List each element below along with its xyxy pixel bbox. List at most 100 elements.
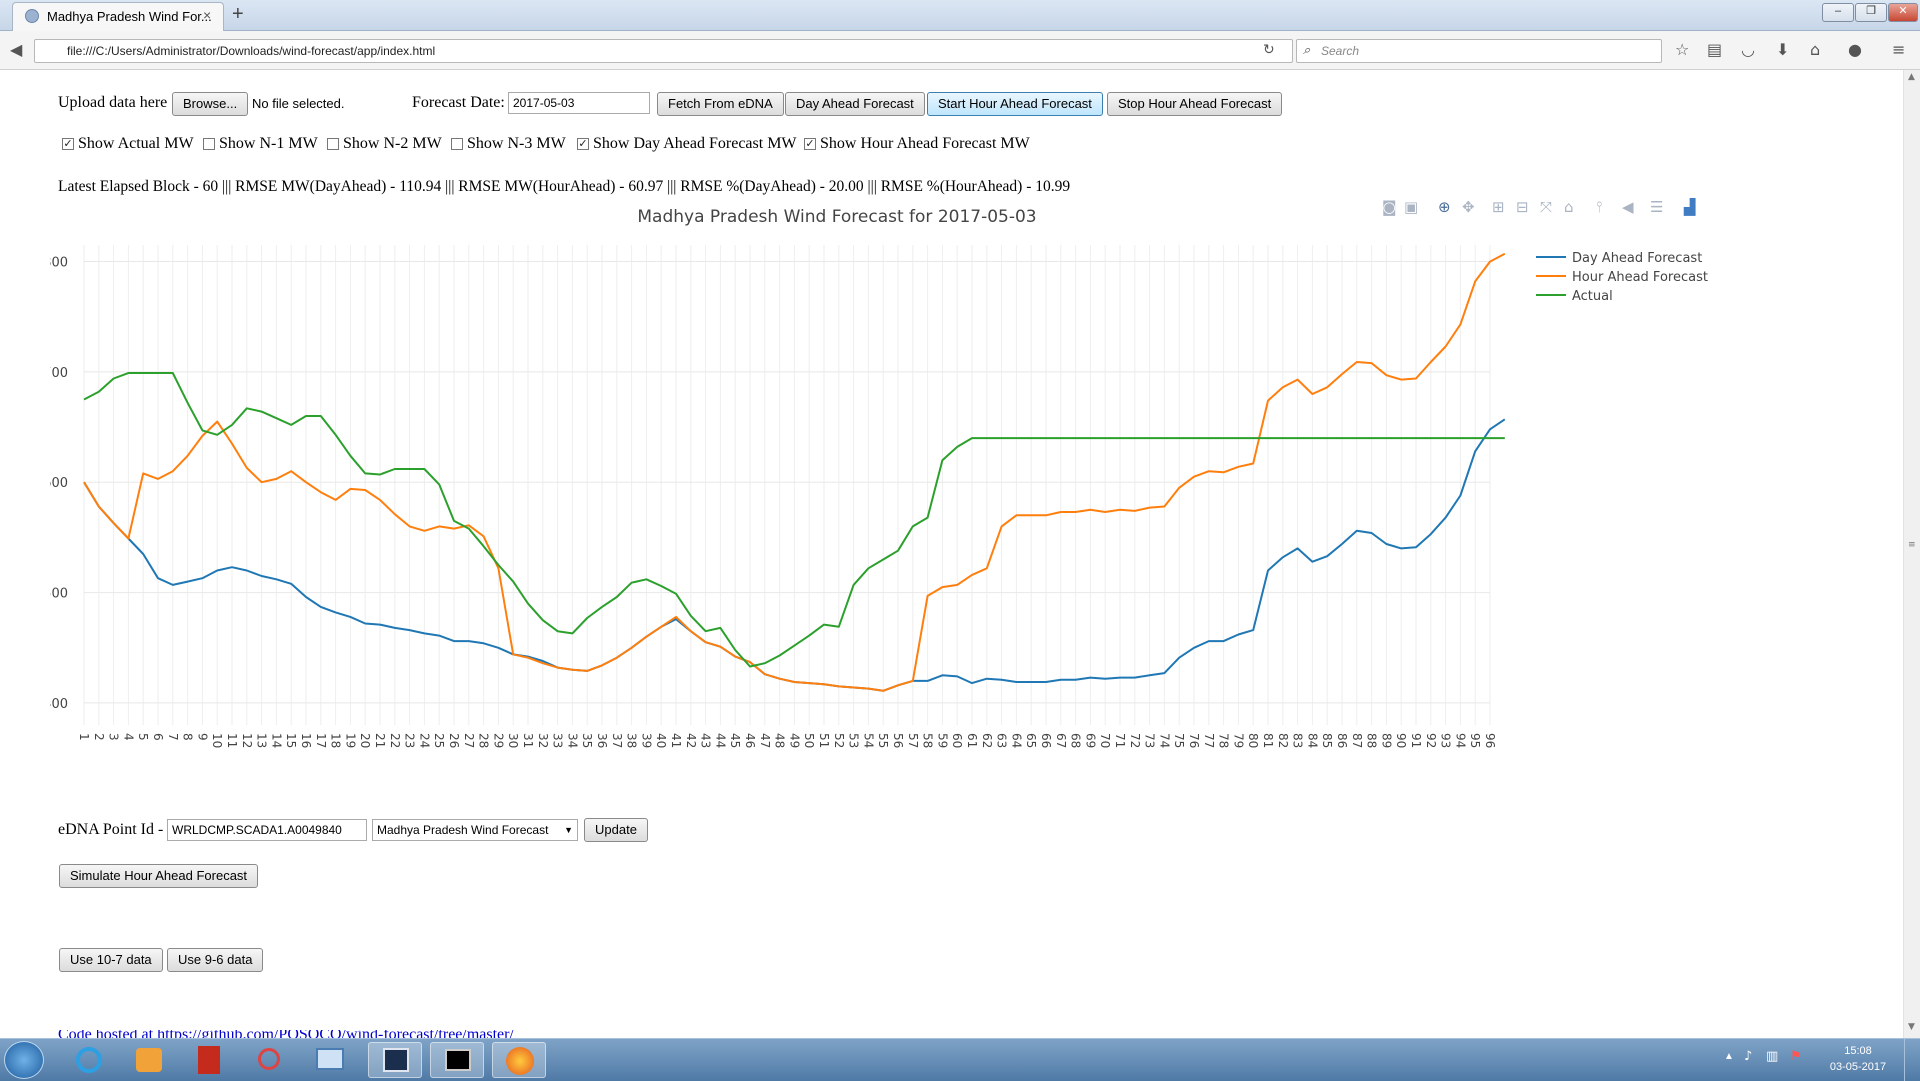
autoscale-icon[interactable]: ⤧ [1540, 198, 1552, 216]
spike-lines-icon[interactable]: ⫯ [1596, 198, 1603, 216]
scroll-down-icon[interactable]: ▼ [1908, 1022, 1915, 1032]
url-bar[interactable]: file:///C:/Users/Administrator/Downloads… [34, 39, 1293, 63]
hover-closest-icon[interactable]: ◀ [1622, 198, 1634, 216]
checkbox[interactable] [451, 138, 463, 150]
x-tick-label: 91 [1409, 733, 1423, 748]
search-placeholder: Search [1321, 44, 1360, 58]
home-icon[interactable]: ⌂ [1810, 40, 1820, 59]
x-tick-label: 53 [847, 733, 861, 748]
x-tick-label: 33 [551, 733, 565, 748]
day-ahead-forecast-button[interactable]: Day Ahead Forecast [785, 92, 925, 116]
checkbox[interactable]: ✓ [804, 138, 816, 150]
pdf-taskbar-icon[interactable] [182, 1042, 236, 1078]
checkbox[interactable]: ✓ [577, 138, 589, 150]
ie-taskbar-icon[interactable] [62, 1042, 116, 1078]
zoom-icon[interactable]: ⊕ [1438, 198, 1451, 216]
forecast-date-input[interactable] [508, 92, 650, 114]
clock-date: 03-05-2017 [1829, 1061, 1887, 1073]
volume-icon[interactable]: ♪ [1744, 1049, 1752, 1064]
media-player-taskbar-icon[interactable] [122, 1042, 176, 1078]
navigation-bar: ◀ file:///C:/Users/Administrator/Downloa… [0, 31, 1920, 70]
x-tick-label: 30 [506, 733, 520, 748]
show-desktop-button[interactable] [1904, 1039, 1920, 1081]
snipping-tool-taskbar-icon[interactable] [242, 1042, 296, 1078]
checkbox-label: Show Day Ahead Forecast MW [593, 135, 797, 152]
menu-icon[interactable]: ≡ [1892, 40, 1905, 59]
checkbox[interactable] [203, 138, 215, 150]
browse-button[interactable]: Browse... [172, 92, 249, 116]
network-icon[interactable]: ▥ [1766, 1049, 1778, 1064]
firefox-taskbar-icon[interactable] [492, 1042, 546, 1078]
search-field[interactable]: ⌕ Search [1296, 39, 1662, 63]
x-tick-label: 45 [728, 733, 742, 748]
start-button[interactable] [4, 1041, 44, 1079]
x-tick-label: 14 [269, 733, 283, 748]
checkbox[interactable]: ✓ [62, 138, 74, 150]
forecast-chart[interactable]: 4005006007008001234567891011121314151617… [43, 200, 1730, 760]
checkbox[interactable] [327, 138, 339, 150]
plotly-logo-icon[interactable]: ▟ [1684, 198, 1696, 216]
show-hidden-icons-icon[interactable]: ▲ [1724, 1051, 1734, 1062]
scroll-up-icon[interactable]: ▲ [1908, 72, 1915, 82]
cmd-taskbar-icon[interactable] [430, 1042, 484, 1078]
use-9-6-data-button[interactable]: Use 9-6 data [167, 948, 264, 972]
reset-axes-icon[interactable]: ⌂ [1564, 198, 1574, 216]
page-scrollbar[interactable]: ▲ ≡ ▼ [1903, 70, 1920, 1038]
reload-icon[interactable]: ↻ [1263, 39, 1275, 61]
footer-link[interactable]: Code hosted at https://github.com/POSOCO… [58, 1030, 514, 1038]
checkbox-label: Show N-1 MW [219, 135, 318, 152]
reading-list-icon[interactable]: ▤ [1707, 40, 1722, 59]
x-tick-label: 37 [610, 733, 624, 748]
app-taskbar-icon[interactable] [368, 1042, 422, 1078]
simulate-hour-ahead-button[interactable]: Simulate Hour Ahead Forecast [59, 864, 259, 888]
edna-point-input[interactable] [167, 819, 367, 841]
zoom-in-icon[interactable]: ⊞ [1492, 198, 1505, 216]
x-tick-label: 68 [1069, 733, 1083, 748]
taskbar: ▲ ♪ ▥ ⚑ 15:08 03-05-2017 [0, 1038, 1920, 1081]
tab-close-icon[interactable]: × [203, 7, 211, 23]
x-tick-label: 36 [595, 733, 609, 748]
camera-icon[interactable]: ◙ [1382, 198, 1397, 216]
new-tab-button[interactable]: + [232, 3, 244, 26]
bookmark-star-icon[interactable]: ☆ [1675, 40, 1689, 59]
pocket-icon[interactable]: ◡ [1741, 40, 1755, 59]
page-favicon-icon [25, 9, 39, 23]
restore-button[interactable]: ❐ [1855, 3, 1887, 22]
legend-label: Hour Ahead Forecast [1572, 270, 1708, 285]
start-hour-ahead-button[interactable]: Start Hour Ahead Forecast [927, 92, 1103, 116]
update-button[interactable]: Update [584, 818, 648, 842]
forecast-date-label: Forecast Date: [412, 94, 505, 111]
url-text: file:///C:/Users/Administrator/Downloads… [67, 44, 436, 58]
hover-compare-icon[interactable]: ☰ [1650, 198, 1663, 216]
x-tick-label: 6 [151, 733, 165, 741]
use-10-7-data-button[interactable]: Use 10-7 data [59, 948, 163, 972]
x-tick-label: 48 [773, 733, 787, 748]
x-tick-label: 57 [906, 733, 920, 748]
x-tick-label: 65 [1024, 733, 1038, 748]
remote-desktop-taskbar-icon[interactable] [302, 1042, 356, 1078]
back-icon[interactable]: ◀ [10, 40, 22, 59]
chat-icon[interactable]: ● [1848, 40, 1862, 59]
downloads-icon[interactable]: ⬇ [1776, 40, 1789, 59]
file-status: No file selected. [252, 96, 345, 111]
action-center-icon[interactable]: ⚑ [1790, 1049, 1802, 1064]
x-tick-label: 46 [743, 733, 757, 748]
footer-clip: Code hosted at https://github.com/POSOCO… [58, 1030, 658, 1038]
stop-hour-ahead-button[interactable]: Stop Hour Ahead Forecast [1107, 92, 1283, 116]
x-tick-label: 4 [121, 733, 135, 741]
x-tick-label: 63 [995, 733, 1009, 748]
x-tick-label: 16 [299, 733, 313, 748]
x-tick-label: 56 [891, 733, 905, 748]
series-select[interactable]: Madhya Pradesh Wind Forecast ▼ [372, 819, 578, 841]
browser-tab[interactable]: Madhya Pradesh Wind For... × [12, 2, 224, 31]
zoom-out-icon[interactable]: ⊟ [1516, 198, 1529, 216]
x-tick-label: 81 [1261, 733, 1275, 748]
fetch-edna-button[interactable]: Fetch From eDNA [657, 92, 784, 116]
y-tick-label: 600 [50, 476, 68, 491]
edna-label: eDNA Point Id - [58, 821, 164, 838]
close-window-button[interactable]: ✕ [1888, 3, 1918, 22]
pan-icon[interactable]: ✥ [1462, 198, 1475, 216]
save-icon[interactable]: ▣ [1404, 198, 1418, 216]
minimize-button[interactable]: – [1822, 3, 1854, 22]
x-tick-label: 9 [195, 733, 209, 741]
